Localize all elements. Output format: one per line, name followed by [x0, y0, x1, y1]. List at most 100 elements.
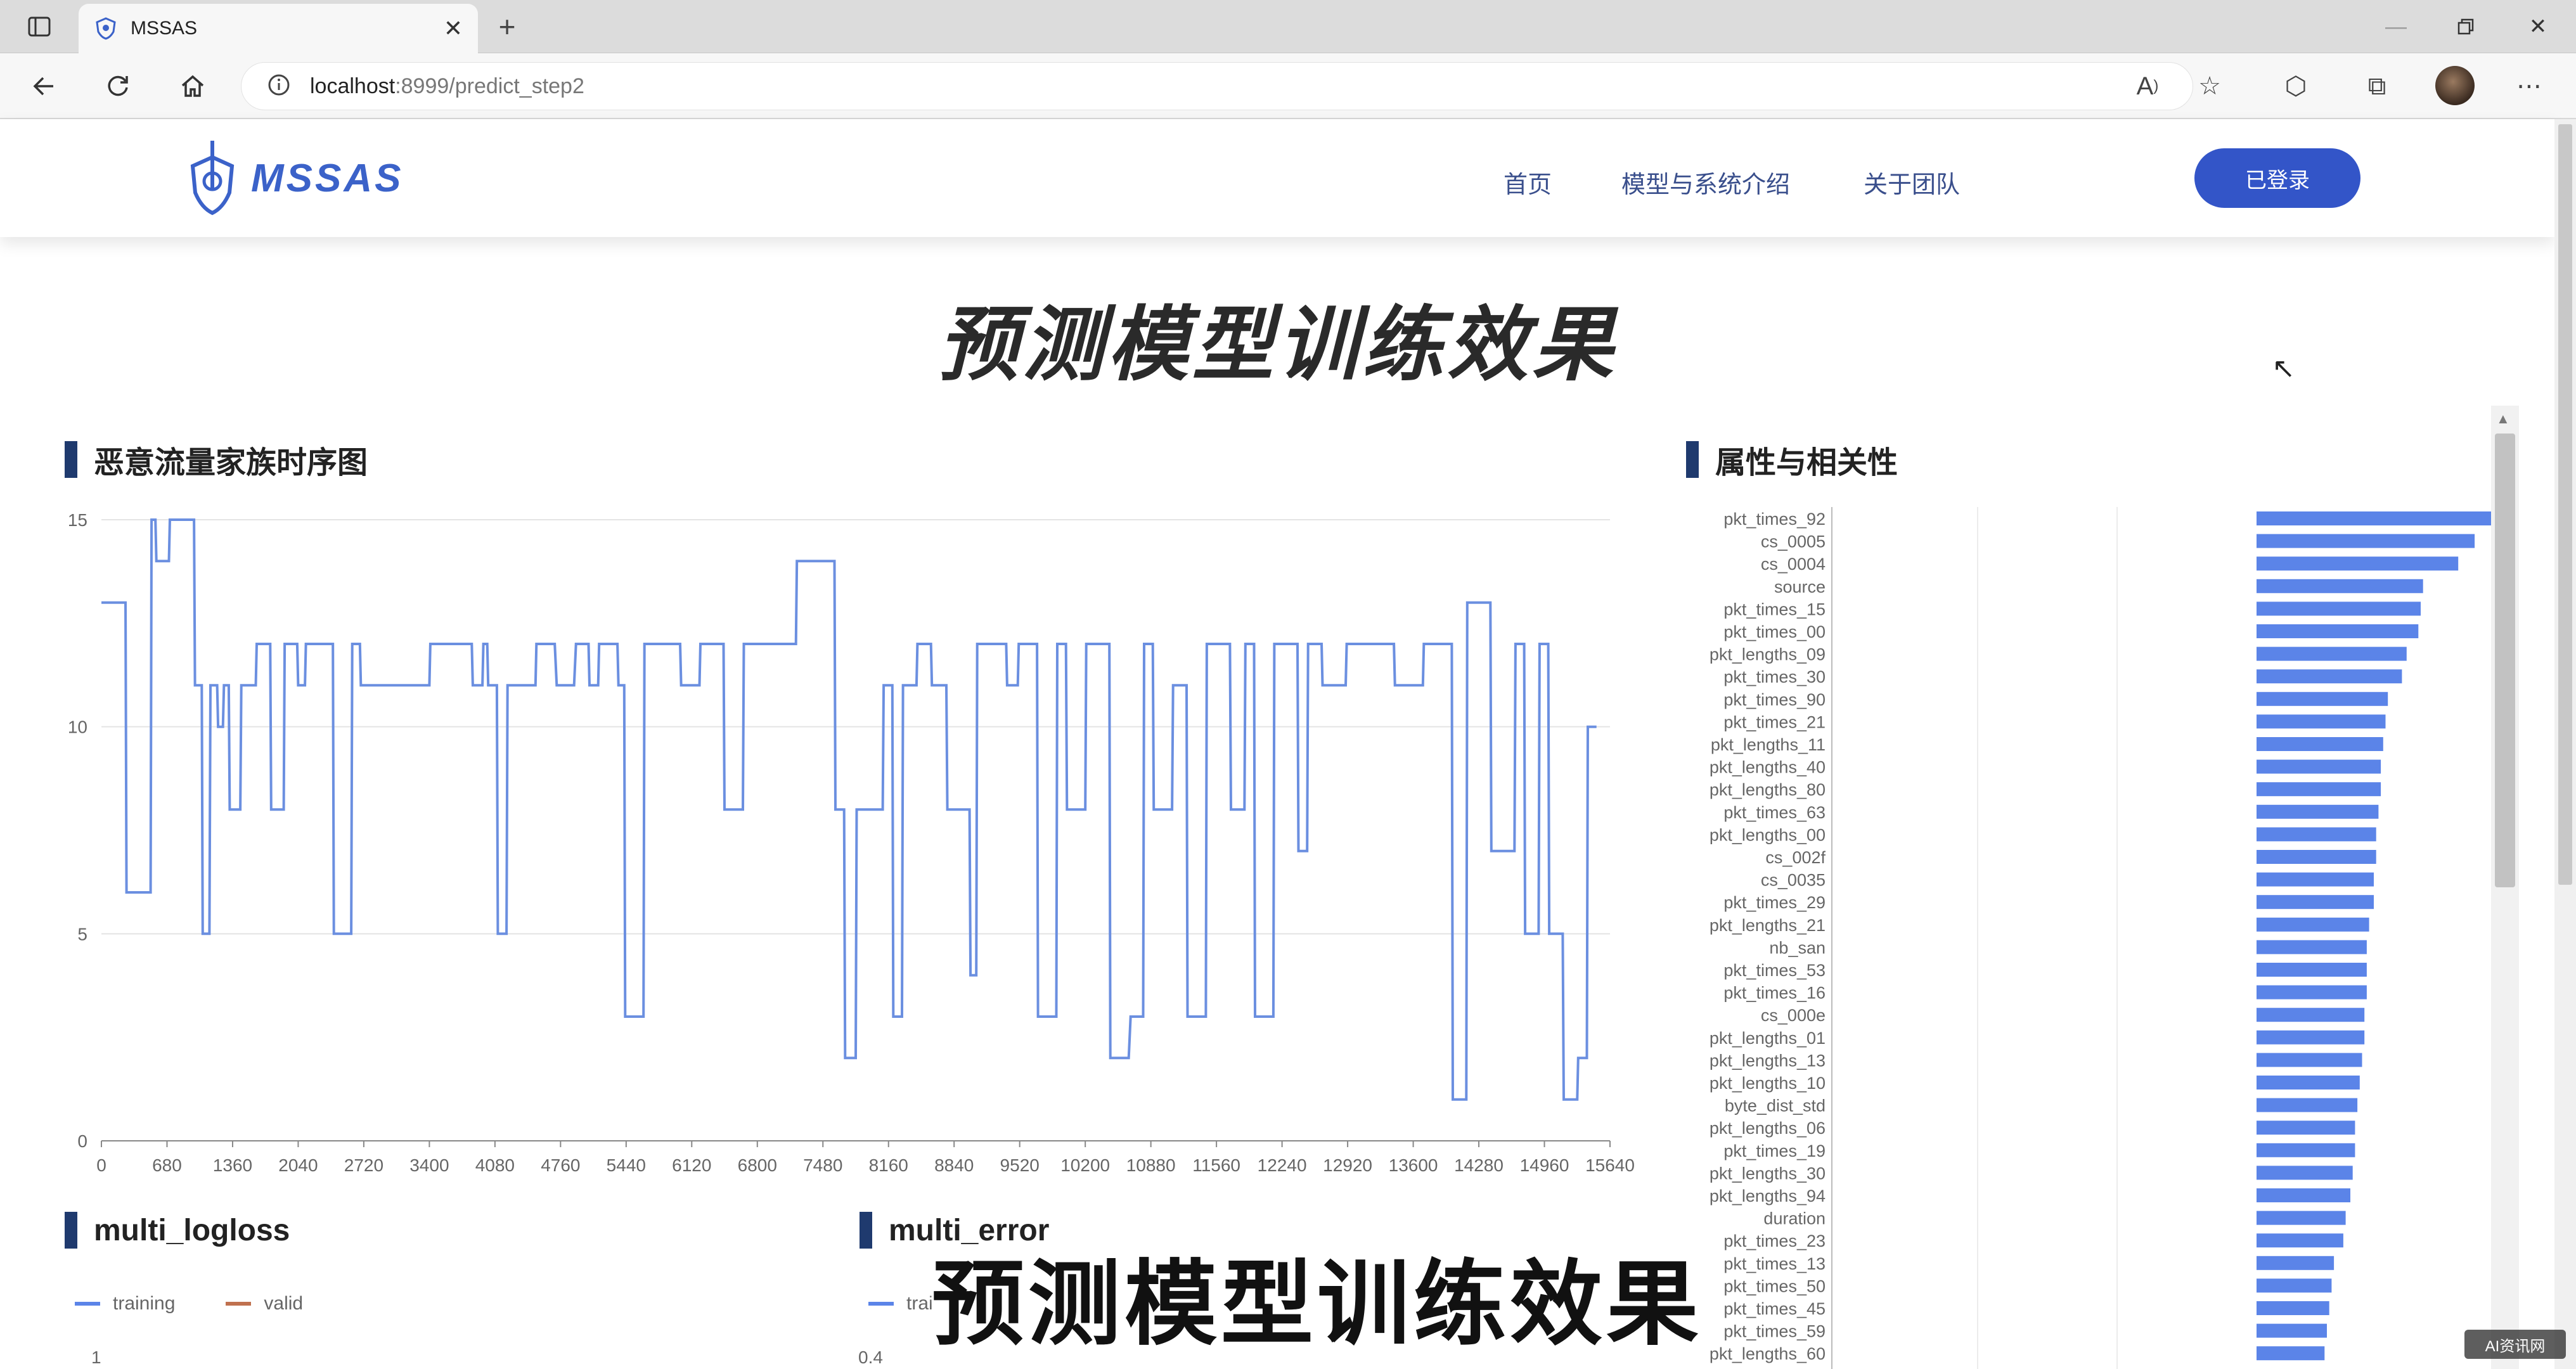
category-label: pkt_times_13: [1723, 1254, 1826, 1273]
logloss-y-top-tick: 1: [91, 1347, 101, 1367]
nav-model-intro-link[interactable]: 模型与系统介绍: [1621, 165, 1790, 200]
category-label: pkt_lengths_94: [1710, 1186, 1826, 1205]
training-legend-swatch: [868, 1302, 894, 1306]
category-label: pkt_times_53: [1723, 961, 1826, 980]
importance-bar: [2257, 556, 2459, 571]
category-label: pkt_times_50: [1723, 1276, 1826, 1295]
extensions-icon[interactable]: ⬡: [2276, 66, 2316, 106]
category-label: cs_0005: [1761, 532, 1826, 551]
category-label: pkt_times_16: [1723, 984, 1826, 1003]
close-window-icon[interactable]: ✕: [2513, 0, 2563, 53]
importance-bar: [2257, 917, 2369, 932]
favorite-star-icon[interactable]: ☆: [2189, 66, 2230, 106]
refresh-icon[interactable]: [96, 65, 139, 108]
legend-training-label: trai: [906, 1293, 933, 1314]
x-tick-label: 12240: [1258, 1155, 1307, 1175]
home-icon[interactable]: [171, 65, 214, 108]
category-label: pkt_lengths_30: [1710, 1164, 1826, 1183]
section-marker: [1686, 441, 1699, 478]
section-marker: [65, 1212, 77, 1249]
importance-bar: [2257, 1301, 2329, 1315]
x-tick-label: 4080: [475, 1155, 515, 1175]
category-label: pkt_lengths_40: [1710, 758, 1826, 777]
importance-bar: [2257, 1166, 2353, 1180]
x-tick-label: 12920: [1323, 1155, 1372, 1175]
importance-bar: [2257, 1121, 2355, 1135]
x-tick-label: 15640: [1585, 1155, 1635, 1175]
importance-bar: [2257, 669, 2402, 684]
new-tab-icon[interactable]: +: [488, 8, 526, 46]
x-tick-label: 11560: [1192, 1155, 1240, 1175]
page-scrollbar-thumb[interactable]: [2558, 124, 2572, 885]
more-menu-icon[interactable]: ⋯: [2509, 66, 2549, 106]
browser-tab-active[interactable]: MSSAS ✕: [79, 4, 478, 53]
minimize-icon[interactable]: —: [2371, 0, 2421, 53]
x-tick-label: 8840: [934, 1155, 974, 1175]
tab-actions-icon[interactable]: [19, 0, 60, 53]
category-label: pkt_times_00: [1723, 622, 1826, 641]
tab-title: MSSAS: [131, 18, 198, 39]
mouse-cursor-icon: ↖: [2272, 353, 2295, 384]
scroll-up-arrow-icon[interactable]: ▲: [2496, 411, 2510, 427]
login-status-button[interactable]: 已登录: [2194, 148, 2360, 208]
overlay-caption: 预测模型训练效果: [932, 1252, 1703, 1356]
site-logo[interactable]: MSSAS: [188, 138, 403, 218]
importance-bar: [2257, 737, 2383, 751]
close-tab-icon[interactable]: ✕: [444, 15, 463, 42]
x-tick-label: 14960: [1520, 1155, 1569, 1175]
nav-about-team-link[interactable]: 关于团队: [1864, 165, 1960, 200]
category-label: cs_0004: [1761, 555, 1826, 574]
importance-bar: [2257, 985, 2367, 999]
y-tick-label: 5: [77, 924, 87, 944]
browser-toolbar: localhost:8999/predict_step2 A) ☆ ⬡ ⧉ ⋯: [0, 53, 2576, 119]
logloss-legend: training valid: [75, 1293, 303, 1314]
timeseries-title-text: 恶意流量家族时序图: [94, 446, 368, 480]
collections-icon[interactable]: ⧉: [2357, 66, 2397, 106]
x-tick-label: 14280: [1454, 1155, 1504, 1175]
y-tick-label: 10: [68, 717, 87, 737]
x-tick-label: 8160: [869, 1155, 908, 1175]
site-info-icon[interactable]: [267, 73, 291, 100]
browser-tab-strip: MSSAS ✕ + — ✕: [0, 0, 2576, 53]
chart-scrollbar-thumb[interactable]: [2495, 434, 2515, 887]
category-label: pkt_lengths_10: [1710, 1074, 1826, 1093]
x-tick-label: 6800: [738, 1155, 777, 1175]
error-y-top-tick: 0.4: [858, 1347, 883, 1367]
category-label: pkt_times_19: [1723, 1141, 1826, 1160]
category-label: cs_000e: [1761, 1006, 1826, 1025]
watermark: AI资讯网: [2464, 1330, 2566, 1359]
logloss-title-text: multi_logloss: [94, 1213, 290, 1247]
profile-avatar[interactable]: [2435, 66, 2475, 105]
category-label: pkt_times_63: [1723, 803, 1826, 822]
legend-valid-label: valid: [264, 1293, 304, 1314]
read-aloud-icon[interactable]: A): [2127, 66, 2168, 106]
category-label: pkt_times_23: [1723, 1231, 1826, 1250]
valid-legend-swatch: [226, 1302, 252, 1306]
category-label: byte_dist_std: [1725, 1096, 1826, 1115]
x-tick-label: 680: [152, 1155, 182, 1175]
x-tick-label: 0: [96, 1155, 106, 1175]
importance-bar: [2257, 1323, 2327, 1338]
address-bar[interactable]: localhost:8999/predict_step2: [241, 62, 2193, 110]
importance-bar: [2257, 1053, 2362, 1067]
url-host: localhost: [310, 74, 396, 98]
training-legend-swatch: [75, 1302, 100, 1306]
category-label: pkt_lengths_09: [1710, 645, 1826, 664]
importance-bar: [2257, 1076, 2360, 1089]
importance-bar: [2257, 759, 2381, 774]
importance-bar: [2257, 1008, 2365, 1022]
x-tick-label: 1360: [213, 1155, 252, 1175]
category-label: source: [1774, 577, 1826, 596]
x-tick-label: 7480: [803, 1155, 842, 1175]
nav-home-link[interactable]: 首页: [1504, 165, 1552, 200]
x-tick-label: 13600: [1389, 1155, 1438, 1175]
category-label: cs_002f: [1765, 848, 1826, 867]
importance-bar: [2257, 534, 2475, 548]
back-icon[interactable]: [23, 65, 66, 108]
importance-chart: pkt_times_92 cs_0005 cs_0004source pkt_time…: [1710, 507, 2491, 1369]
restore-icon[interactable]: [2440, 0, 2491, 53]
timeseries-chart: 0 5 10 15 0 680 1360 2040 2720 3400 4080 4760 5440 61…: [68, 510, 1635, 1175]
x-tick-label: 3400: [409, 1155, 449, 1175]
category-label: pkt_lengths_80: [1710, 780, 1826, 799]
importance-bar: [2257, 1256, 2334, 1270]
